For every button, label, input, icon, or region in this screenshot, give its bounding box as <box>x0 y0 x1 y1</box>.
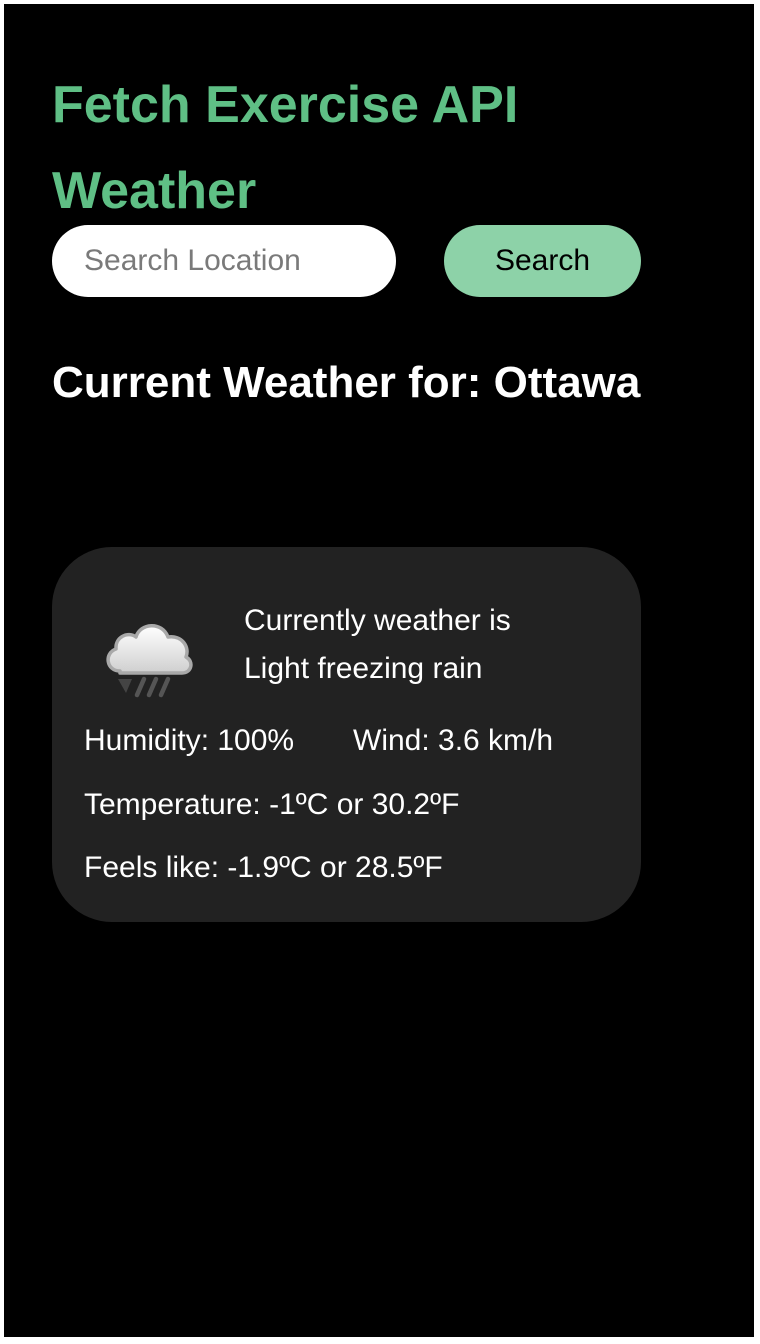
condition-intro: Currently weather is <box>244 604 511 637</box>
condition-text: Currently weather is Light freezing rain <box>244 597 624 693</box>
app-frame: Fetch Exercise API Weather Search Curren… <box>4 4 754 1337</box>
page-title: Fetch Exercise API Weather <box>52 76 519 220</box>
feels-like-value: Feels like: -1.9ºC or 28.5ºF <box>84 851 443 884</box>
weather-card: Currently weather is Light freezing rain… <box>52 547 641 922</box>
search-input[interactable] <box>52 225 396 297</box>
temperature-value: Temperature: -1ºC or 30.2ºF <box>84 788 460 821</box>
condition-value: Light freezing rain <box>244 652 483 685</box>
humidity-value: Humidity: 100% <box>84 724 295 757</box>
light-freezing-rain-icon <box>106 624 193 698</box>
current-weather-heading: Current Weather for: Ottawa <box>52 358 641 407</box>
search-button[interactable]: Search <box>444 225 641 297</box>
wind-value: Wind: 3.6 km/h <box>353 724 554 757</box>
